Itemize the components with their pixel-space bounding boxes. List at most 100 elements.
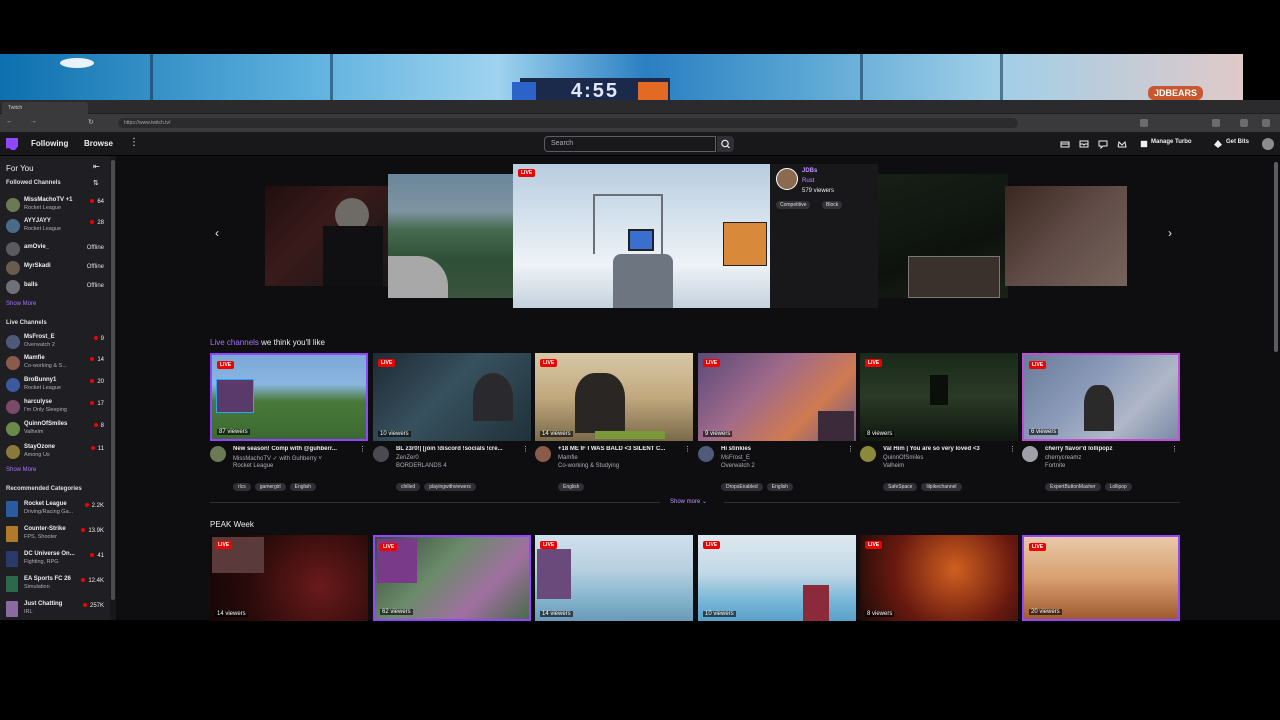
menu-icon[interactable] bbox=[1262, 119, 1270, 127]
channel-name[interactable]: Mamfie bbox=[558, 455, 578, 461]
more-options-icon[interactable]: ⋮ bbox=[684, 445, 691, 453]
more-icon[interactable]: ⋮ bbox=[129, 137, 139, 148]
inbox-icon[interactable] bbox=[1079, 139, 1089, 149]
stream-card[interactable]: LIVE 62 viewers bbox=[373, 535, 531, 621]
tag[interactable]: rlcs bbox=[233, 483, 251, 491]
more-options-icon[interactable]: ⋮ bbox=[522, 445, 529, 453]
tag[interactable]: Lollipop bbox=[1104, 483, 1132, 491]
sidebar-channel[interactable]: BroBunny1 Rocket League 20 bbox=[0, 376, 110, 395]
channel-name[interactable]: ZenZer0 bbox=[396, 455, 419, 461]
featured-game[interactable]: Rust bbox=[802, 178, 814, 184]
stream-thumbnail[interactable]: LIVE 6 viewers bbox=[1022, 353, 1180, 441]
search-button[interactable] bbox=[717, 136, 734, 152]
sidebar-channel[interactable]: QuinnOfSmiles Valheim 8 bbox=[0, 420, 110, 439]
channel-name[interactable]: QuinnOfSmiles bbox=[883, 455, 923, 461]
stream-title[interactable]: +18 ME IF I WAS BALD <3 SILENT C... bbox=[558, 446, 678, 452]
get-bits-button[interactable]: Get Bits bbox=[1226, 139, 1249, 145]
crown-icon[interactable] bbox=[1117, 139, 1127, 149]
game-name[interactable]: Fortnite bbox=[1045, 463, 1065, 469]
prime-loot-icon[interactable] bbox=[1060, 139, 1070, 149]
game-name[interactable]: Co-working & Studying bbox=[558, 463, 619, 469]
channel-avatar[interactable] bbox=[698, 446, 714, 462]
sidebar-channel[interactable]: StayOzone Among Us 11 bbox=[0, 443, 110, 462]
more-options-icon[interactable]: ⋮ bbox=[1009, 445, 1016, 453]
carousel-prev-icon[interactable]: ‹ bbox=[215, 226, 219, 240]
tag[interactable]: English bbox=[558, 483, 585, 491]
stream-thumbnail[interactable]: LIVE 87 viewers bbox=[210, 353, 368, 441]
game-name[interactable]: BORDERLANDS 4 bbox=[396, 463, 447, 469]
sidebar-channel[interactable]: harculyse I'm Only Sleeping 17 bbox=[0, 398, 110, 417]
stream-title[interactable]: New season! Comp with @guhberr... bbox=[233, 446, 353, 452]
sidebar-channel[interactable]: MyrSkadi Offline bbox=[0, 259, 110, 278]
stream-thumbnail[interactable]: LIVE 14 viewers bbox=[210, 535, 368, 621]
stream-title[interactable]: Val Him | You are so very loved <3 bbox=[883, 446, 1003, 452]
stream-thumbnail[interactable]: LIVE 10 viewers bbox=[698, 535, 856, 621]
browser-tab[interactable]: Twitch bbox=[2, 102, 88, 114]
whispers-icon[interactable] bbox=[1098, 139, 1108, 149]
game-name[interactable]: Overwatch 2 bbox=[721, 463, 755, 469]
stream-title[interactable]: BL z3r0!| [join !discord !socials !cre..… bbox=[396, 446, 516, 452]
reload-icon[interactable]: ↻ bbox=[88, 118, 94, 126]
forward-icon[interactable]: → bbox=[30, 118, 37, 125]
search-input[interactable]: Search bbox=[544, 136, 716, 152]
show-more-button[interactable]: Show more ⌄ bbox=[670, 498, 707, 505]
stream-title[interactable]: cherry flavor'd lollipopz bbox=[1045, 446, 1165, 452]
carousel-item[interactable] bbox=[265, 186, 395, 286]
extension-icon[interactable] bbox=[1212, 119, 1220, 127]
carousel-item[interactable] bbox=[878, 174, 1008, 298]
channel-avatar[interactable] bbox=[210, 446, 226, 462]
back-icon[interactable]: ← bbox=[6, 118, 13, 125]
show-more-live[interactable]: Show More bbox=[6, 467, 36, 473]
stream-card[interactable]: LIVE 20 viewers bbox=[1022, 535, 1180, 621]
manage-turbo-button[interactable]: Manage Turbo bbox=[1151, 139, 1192, 145]
stream-card[interactable]: LIVE 10 viewers bbox=[698, 535, 856, 621]
game-name[interactable]: Valheim bbox=[883, 463, 904, 469]
tag[interactable]: chilled bbox=[396, 483, 421, 491]
carousel-next-icon[interactable]: › bbox=[1168, 226, 1172, 240]
tag[interactable]: playingwithviewers bbox=[424, 483, 476, 491]
nav-following[interactable]: Following bbox=[31, 139, 68, 148]
stream-card[interactable]: LIVE 14 viewers bbox=[210, 535, 368, 621]
featured-stream-player[interactable]: LIVE bbox=[513, 164, 770, 308]
stream-thumbnail[interactable]: LIVE 62 viewers bbox=[373, 535, 531, 621]
stream-thumbnail[interactable]: LIVE 9 viewers bbox=[698, 353, 856, 441]
sidebar-channel[interactable]: AYYJAYY Rocket League 28 bbox=[0, 217, 110, 236]
scrollbar-thumb[interactable] bbox=[111, 160, 115, 600]
tag[interactable]: gamergirl bbox=[254, 483, 286, 491]
more-options-icon[interactable]: ⋮ bbox=[847, 445, 854, 453]
sidebar-category[interactable]: Just Chatting IRL 257K bbox=[0, 600, 110, 619]
collapse-icon[interactable]: ⇤ bbox=[93, 162, 100, 171]
channel-avatar[interactable] bbox=[535, 446, 551, 462]
sidebar-channel[interactable]: MsFrost_E Overwatch 2 9 bbox=[0, 333, 110, 352]
stream-thumbnail[interactable]: LIVE 10 viewers bbox=[373, 353, 531, 441]
sidebar-channel[interactable]: amOvie_ Offline bbox=[0, 240, 110, 259]
sidebar-category[interactable]: DC Universe On... Fighting, RPG 41 bbox=[0, 550, 110, 569]
stream-thumbnail[interactable]: LIVE 8 viewers bbox=[860, 535, 1018, 621]
tag[interactable]: SafeSpace bbox=[883, 483, 918, 491]
more-options-icon[interactable]: ⋮ bbox=[359, 445, 366, 453]
tag[interactable]: English bbox=[289, 483, 317, 491]
channel-avatar[interactable] bbox=[373, 446, 389, 462]
channel-avatar[interactable] bbox=[860, 446, 876, 462]
stream-card[interactable]: LIVE 8 viewers bbox=[860, 535, 1018, 621]
channel-name[interactable]: MsFrost_E bbox=[721, 455, 750, 461]
sidebar-channel[interactable]: balls Offline bbox=[0, 278, 110, 297]
user-avatar[interactable] bbox=[1262, 138, 1274, 150]
address-bar[interactable]: https://www.twitch.tv/ bbox=[118, 118, 1018, 128]
featured-tag[interactable]: Block bbox=[822, 201, 843, 209]
stream-title[interactable]: Hi stinkies bbox=[721, 446, 841, 452]
tag[interactable]: lilpikechannel bbox=[921, 483, 962, 491]
featured-tag[interactable]: Competitive bbox=[776, 201, 811, 209]
sidebar-category[interactable]: Rocket League Driving/Racing Ga... 2.2K bbox=[0, 500, 110, 519]
stream-thumbnail[interactable]: LIVE 14 viewers bbox=[535, 535, 693, 621]
featured-avatar[interactable] bbox=[776, 168, 798, 190]
nav-browse[interactable]: Browse bbox=[84, 139, 113, 148]
profile-icon[interactable] bbox=[1240, 119, 1248, 127]
scrollbar-thumb[interactable] bbox=[1274, 162, 1278, 352]
tag[interactable]: DropsEnabled bbox=[721, 483, 763, 491]
featured-channel-name[interactable]: JDBs bbox=[802, 168, 817, 174]
more-options-icon[interactable]: ⋮ bbox=[1171, 445, 1178, 453]
channel-name[interactable]: cherrycreamz bbox=[1045, 455, 1081, 461]
channel-avatar[interactable] bbox=[1022, 446, 1038, 462]
sidebar-channel[interactable]: MissMachoTV +1 Rocket League 64 bbox=[0, 196, 110, 215]
